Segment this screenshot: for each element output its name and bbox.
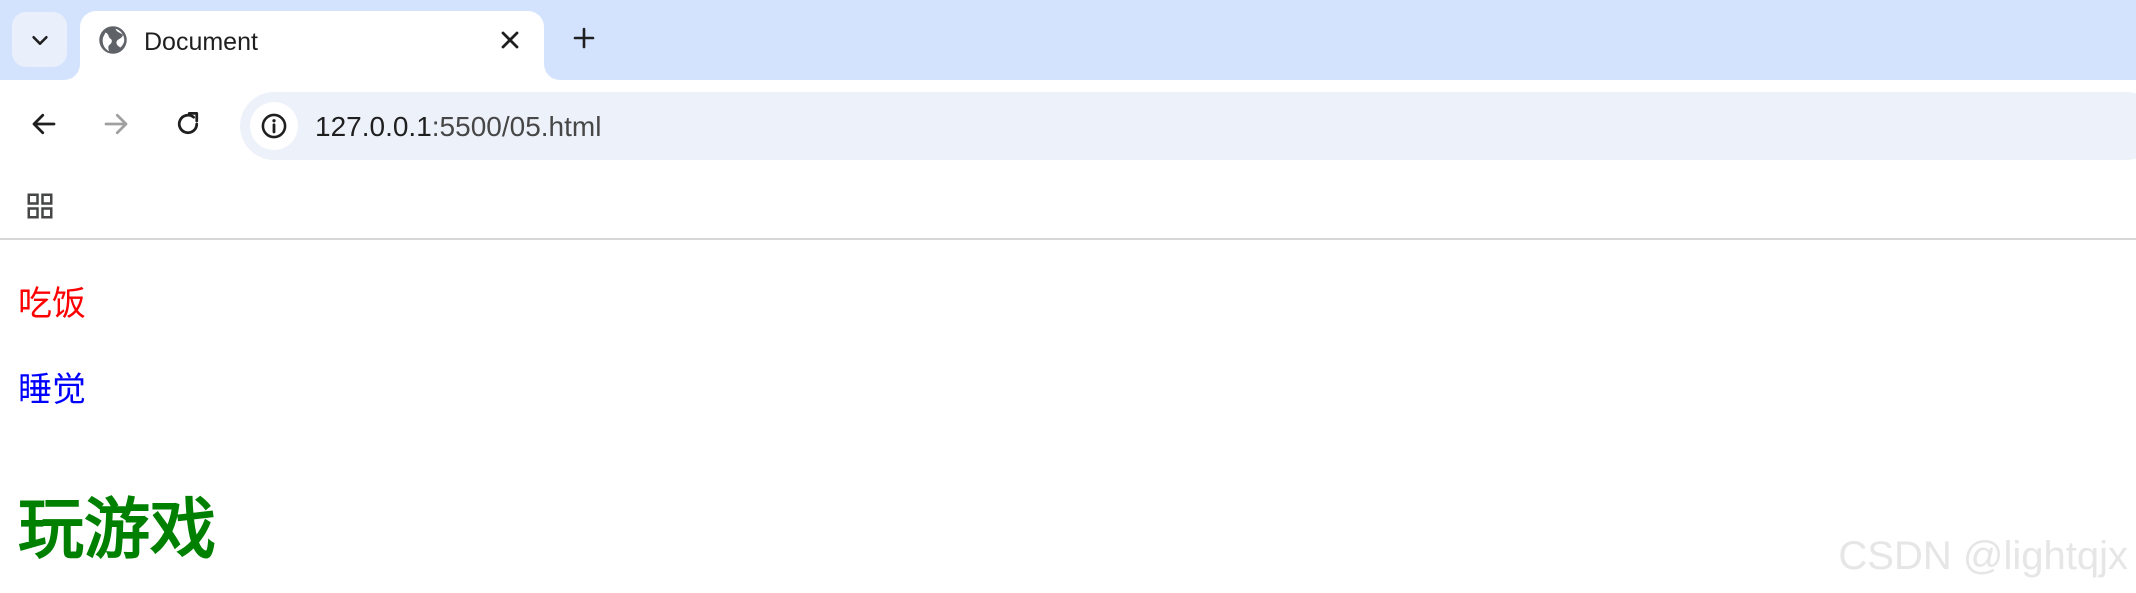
arrow-left-icon (32, 113, 56, 135)
url-path: :5500/05.html (431, 111, 602, 142)
site-info-button[interactable] (250, 102, 298, 150)
apps-button[interactable] (20, 186, 60, 226)
plus-icon (573, 27, 595, 49)
paragraph-sleep: 睡觉 (18, 370, 86, 410)
url-text[interactable]: 127.0.0.1:5500/05.html (315, 112, 601, 142)
address-bar[interactable]: 127.0.0.1:5500/05.html (240, 92, 2136, 160)
back-button[interactable] (24, 104, 64, 144)
apps-grid-icon (27, 193, 53, 219)
chevron-down-icon (31, 35, 48, 45)
new-tab-button[interactable] (566, 20, 602, 56)
url-host: 127.0.0.1 (315, 111, 432, 142)
toolbar: 127.0.0.1:5500/05.html (0, 80, 2136, 172)
arrow-right-icon (104, 113, 128, 135)
tab-strip: Document (0, 0, 2136, 80)
close-icon (501, 31, 519, 49)
page-content: 吃饭 睡觉 玩游戏 CSDN @lightqjx (0, 240, 2136, 593)
forward-button[interactable] (96, 104, 136, 144)
tab-title: Document (144, 28, 258, 56)
info-icon (261, 113, 287, 139)
paragraph-eat: 吃饭 (18, 284, 86, 324)
reload-icon (177, 112, 199, 135)
watermark: CSDN @lightqjx (1838, 534, 2128, 578)
heading-play-games: 玩游戏 (18, 491, 216, 568)
tab-close-button[interactable] (496, 26, 524, 54)
bookmarks-bar (0, 172, 2136, 240)
tab-search-button[interactable] (12, 12, 67, 67)
reload-button[interactable] (168, 104, 208, 144)
active-tab[interactable]: Document (80, 11, 544, 80)
globe-icon (99, 26, 127, 54)
